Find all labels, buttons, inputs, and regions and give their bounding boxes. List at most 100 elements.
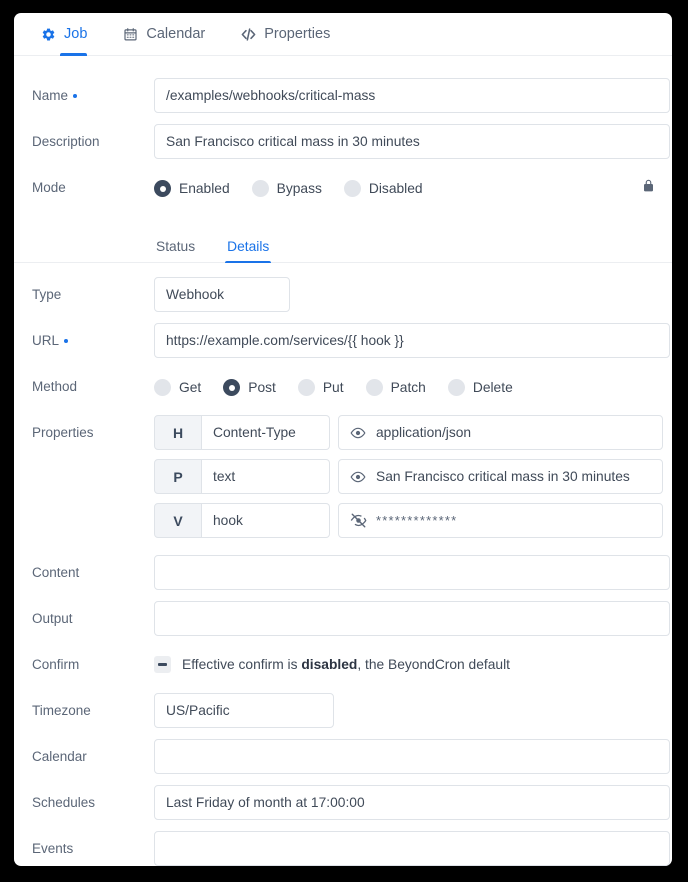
property-value-input[interactable]: ************* xyxy=(338,503,663,538)
field-row-properties: Properties H Content-Type application/js… xyxy=(14,415,672,555)
confirm-text-after: , the BeyondCron default xyxy=(357,657,510,672)
method-label-put: Put xyxy=(322,380,344,395)
label-content: Content xyxy=(32,565,80,580)
property-kind-h[interactable]: H xyxy=(154,415,202,450)
field-row-content: Content xyxy=(14,555,672,601)
label-calendar: Calendar xyxy=(32,749,87,764)
mode-radio-group: Enabled Bypass Disabled xyxy=(154,170,672,206)
tab-calendar[interactable]: Calendar xyxy=(121,13,206,56)
mode-label-enabled: Enabled xyxy=(179,181,230,196)
label-type: Type xyxy=(32,287,62,302)
property-name-input[interactable]: hook xyxy=(202,503,330,538)
radio-dot-enabled[interactable] xyxy=(154,180,171,197)
tab-properties[interactable]: Properties xyxy=(239,13,331,56)
properties-list: H Content-Type application/json P text S… xyxy=(154,415,672,538)
radio-dot-post[interactable] xyxy=(223,379,241,396)
events-input[interactable] xyxy=(154,831,670,866)
field-row-type: Type Webhook xyxy=(14,277,672,323)
field-row-confirm: Confirm Effective confirm is disabled, t… xyxy=(14,647,672,693)
eye-off-icon[interactable] xyxy=(350,512,367,529)
description-input[interactable]: San Francisco critical mass in 30 minute… xyxy=(154,124,670,159)
radio-dot-patch[interactable] xyxy=(365,379,383,396)
required-dot xyxy=(73,93,78,98)
output-input[interactable] xyxy=(154,601,670,636)
mode-option-enabled[interactable]: Enabled xyxy=(154,180,230,197)
property-name-input[interactable]: Content-Type xyxy=(202,415,330,450)
calendar-icon xyxy=(122,26,139,43)
field-row-description: Description San Francisco critical mass … xyxy=(14,124,672,170)
method-label-patch: Patch xyxy=(390,380,426,395)
field-row-method: Method Get Post Put Patch Delete xyxy=(14,369,672,415)
lock-icon[interactable] xyxy=(641,177,656,199)
url-input[interactable]: https://example.com/services/{{ hook }} xyxy=(154,323,670,358)
field-row-calendar: Calendar xyxy=(14,739,672,785)
confirm-text: Effective confirm is disabled, the Beyon… xyxy=(182,657,510,672)
method-option-delete[interactable]: Delete xyxy=(447,379,513,396)
tab-job[interactable]: Job xyxy=(39,13,88,56)
property-value-text: San Francisco critical mass in 30 minute… xyxy=(376,469,630,484)
label-events: Events xyxy=(32,841,74,856)
name-input[interactable]: /examples/webhooks/critical-mass xyxy=(154,78,670,113)
calendar-input[interactable] xyxy=(154,739,670,774)
method-option-post[interactable]: Post xyxy=(223,379,276,396)
radio-dot-get[interactable] xyxy=(154,379,171,396)
method-option-get[interactable]: Get xyxy=(154,379,201,396)
property-row: V hook ************* xyxy=(154,503,672,538)
confirm-text-bold: disabled xyxy=(301,657,358,672)
field-row-name: Name /examples/webhooks/critical-mass xyxy=(14,78,672,124)
label-timezone: Timezone xyxy=(32,703,91,718)
timezone-input[interactable]: US/Pacific xyxy=(154,693,334,728)
label-url: URL xyxy=(32,323,154,350)
radio-dot-bypass[interactable] xyxy=(251,180,269,197)
type-input[interactable]: Webhook xyxy=(154,277,290,312)
method-radio-group: Get Post Put Patch Delete xyxy=(154,369,672,405)
code-icon xyxy=(240,26,257,43)
tab-job-label: Job xyxy=(64,26,88,42)
mode-label-disabled: Disabled xyxy=(368,181,423,196)
required-dot xyxy=(64,338,69,343)
mode-option-bypass[interactable]: Bypass xyxy=(251,180,322,197)
method-option-put[interactable]: Put xyxy=(297,379,344,396)
property-value-input[interactable]: San Francisco critical mass in 30 minute… xyxy=(338,459,663,494)
label-mode: Mode xyxy=(32,180,66,195)
schedules-input[interactable]: Last Friday of month at 17:00:00 xyxy=(154,785,670,820)
subtab-details[interactable]: Details xyxy=(225,239,272,263)
field-row-schedules: Schedules Last Friday of month at 17:00:… xyxy=(14,785,672,831)
method-label-post: Post xyxy=(248,380,276,395)
eye-icon[interactable] xyxy=(350,425,367,441)
tab-properties-label: Properties xyxy=(264,26,331,42)
label-properties: Properties xyxy=(32,425,94,440)
minus-checkbox-icon[interactable] xyxy=(154,656,171,673)
field-row-mode: Mode Enabled Bypass Disabled xyxy=(14,170,672,216)
main-tab-bar: Job Calendar Properties xyxy=(14,13,672,56)
property-kind-p[interactable]: P xyxy=(154,459,202,494)
field-row-timezone: Timezone US/Pacific xyxy=(14,693,672,739)
content-input[interactable] xyxy=(154,555,670,590)
method-label-get: Get xyxy=(179,380,202,395)
radio-dot-disabled[interactable] xyxy=(343,180,361,197)
radio-dot-delete[interactable] xyxy=(447,379,465,396)
job-form: Name /examples/webhooks/critical-mass De… xyxy=(14,56,672,866)
mode-option-disabled[interactable]: Disabled xyxy=(343,180,423,197)
label-name: Name xyxy=(32,78,154,105)
property-name-input[interactable]: text xyxy=(202,459,330,494)
label-schedules: Schedules xyxy=(32,795,96,810)
confirm-status: Effective confirm is disabled, the Beyon… xyxy=(154,647,672,682)
subtab-status[interactable]: Status xyxy=(154,239,197,262)
label-output: Output xyxy=(32,611,73,626)
label-method: Method xyxy=(32,379,78,394)
eye-icon[interactable] xyxy=(350,469,367,485)
job-editor-card: Job Calendar Properties Name /examples/w… xyxy=(14,13,672,866)
field-row-events: Events xyxy=(14,831,672,866)
confirm-text-before: Effective confirm is xyxy=(182,657,302,672)
property-value-input[interactable]: application/json xyxy=(338,415,663,450)
mode-label-bypass: Bypass xyxy=(276,181,322,196)
method-label-delete: Delete xyxy=(472,380,513,395)
label-description: Description xyxy=(32,134,100,149)
radio-dot-put[interactable] xyxy=(297,379,315,396)
method-option-patch[interactable]: Patch xyxy=(365,379,426,396)
property-value-masked: ************* xyxy=(376,513,458,528)
property-kind-v[interactable]: V xyxy=(154,503,202,538)
detail-sub-tab-bar: Status Details xyxy=(14,226,672,263)
label-confirm: Confirm xyxy=(32,657,80,672)
